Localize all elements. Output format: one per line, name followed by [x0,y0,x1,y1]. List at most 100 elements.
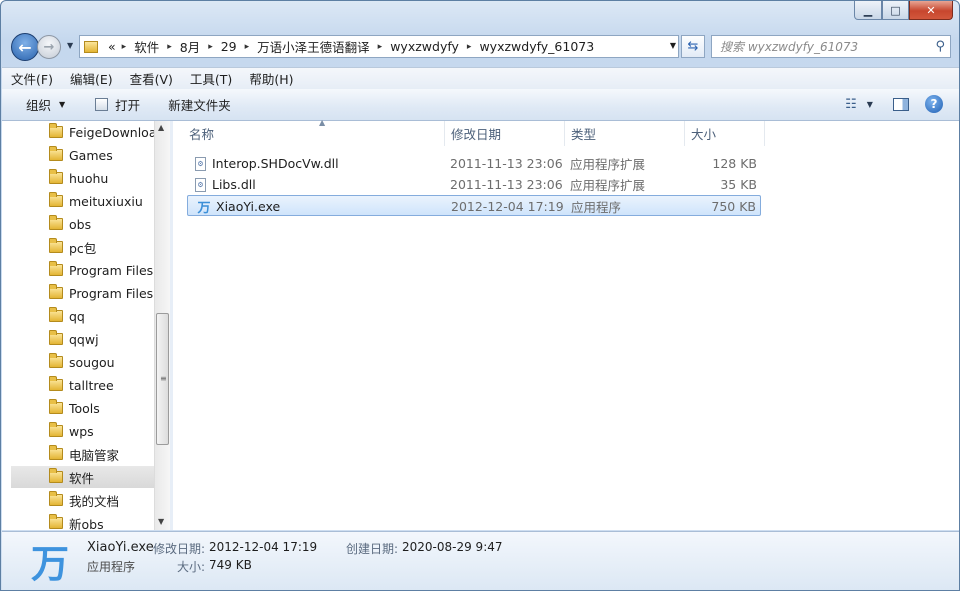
column-header-size[interactable]: 大小 [685,121,765,146]
scroll-up-icon[interactable]: ▲ [158,123,164,132]
nav-tree-label: 我的文档 [69,493,120,509]
nav-tree-item[interactable]: obs [11,213,154,235]
help-icon[interactable]: ? [925,95,943,113]
view-controls: ☷ ▼ ? [845,95,943,113]
breadcrumb-separator-icon[interactable]: ▸ [243,42,252,52]
nav-tree-label: Tools [69,400,100,416]
nav-tree-label: 软件 [69,470,95,486]
caption-buttons: ▁ □ ✕ [854,1,953,21]
menu-item[interactable]: 编辑(E) [61,69,121,88]
folder-icon [49,376,63,391]
file-type: 应用程序扩展 [570,178,646,193]
folder-icon [49,238,63,253]
address-dropdown-icon[interactable]: ▼ [670,41,676,50]
folder-icon [49,491,63,506]
nav-tree-item[interactable]: 软件 [11,466,154,488]
nav-tree-item[interactable]: Program Files [11,259,154,281]
menu-item[interactable]: 查看(V) [121,69,181,88]
organize-button[interactable]: 组织 ▼ [2,95,75,114]
refresh-button[interactable]: ⇆ [681,35,705,58]
breadcrumb-separator-icon[interactable]: ▸ [376,42,385,52]
details-pane: 万 XiaoYi.exe 应用程序 修改日期: 2012-12-04 17:19… [2,531,959,590]
file-row[interactable]: ⚙ Libs.dll 2011-11-13 23:06 应用程序扩展 35 KB [187,174,761,195]
details-created-label: 创建日期: [346,542,399,556]
file-modified: 2011-11-13 23:06 [450,177,563,192]
nav-tree-item[interactable]: sougou [11,351,154,373]
preview-pane-icon[interactable] [891,95,911,113]
nav-tree-label: wps [69,423,94,439]
scroll-down-icon[interactable]: ▼ [158,517,164,526]
nav-tree-item[interactable]: Games [11,144,154,166]
nav-tree-item[interactable]: FeigeDownloa [11,121,154,143]
breadcrumb-item[interactable]: 8月 [174,37,206,56]
refresh-icon: ⇆ [687,39,699,54]
back-button[interactable]: ← [11,33,39,61]
menu-bar: 文件(F) 编辑(E) 查看(V) 工具(T) 帮助(H) [2,67,959,89]
scrollbar-thumb[interactable]: ≡ [156,313,169,445]
menu-item[interactable]: 工具(T) [181,69,240,88]
maximize-button[interactable]: □ [882,1,909,20]
recent-pages-dropdown[interactable]: ▼ [67,41,73,50]
breadcrumb-item[interactable]: 万语小泽王德语翻译 [251,37,376,56]
navigation-scrollbar[interactable]: ▲ ≡ ▼ [154,121,170,530]
nav-tree-label: obs [69,216,92,232]
breadcrumb-item[interactable]: 软件 [128,37,165,56]
open-icon [95,98,109,111]
view-options-icon[interactable]: ☷ ▼ [845,95,873,113]
minimize-button[interactable]: ▁ [854,1,882,20]
breadcrumb-item[interactable]: wyxzwdyfy_61073 [473,39,600,54]
details-size-value: 749 KB [209,558,252,572]
breadcrumb-separator-icon[interactable]: ▸ [206,42,215,52]
nav-tree-item[interactable]: Program Files [11,282,154,304]
close-button[interactable]: ✕ [909,1,953,20]
breadcrumb-separator-icon[interactable]: ▸ [165,42,174,52]
nav-tree-item[interactable]: qqwj [11,328,154,350]
folder-icon [49,468,63,483]
search-icon[interactable]: ⚲ [935,39,945,54]
file-row[interactable]: ⚙ Interop.SHDocVw.dll 2011-11-13 23:06 应用程序… [187,153,761,174]
open-button[interactable]: 打开 [75,95,150,114]
column-header-type[interactable]: 类型 [565,121,685,146]
folder-icon [49,307,63,322]
breadcrumb-separator-icon[interactable]: ▸ [465,42,474,52]
nav-tree-label: sougou [69,354,115,370]
details-file-name: XiaoYi.exe [87,540,154,555]
app-icon: 万 [197,201,211,216]
nav-tree-item[interactable]: 我的文档 [11,489,154,511]
folder-icon [84,40,98,53]
file-size: 35 KB [720,177,757,192]
column-header-modified[interactable]: 修改日期 [445,121,565,146]
address-overflow[interactable]: « [104,39,120,54]
chevron-down-icon: ▼ [59,100,66,109]
file-list: 名称 ▲ 修改日期 类型 大小 ⚙ Interop.SHDocVw.dll 2011… [173,118,959,530]
folder-icon [49,146,63,161]
nav-tree-item[interactable]: qq [11,305,154,327]
nav-tree-item[interactable]: wps [11,420,154,442]
search-box[interactable]: 搜索 wyxzwdyfy_61073 ⚲ [711,35,951,58]
file-size: 128 KB [712,156,757,171]
nav-tree-label: 电脑管家 [69,447,120,463]
menu-item[interactable]: 文件(F) [2,69,61,88]
menu-item[interactable]: 帮助(H) [240,69,301,88]
dll-file-icon: ⚙ [195,177,206,192]
breadcrumb-separator-icon[interactable]: ▸ [120,42,129,52]
forward-button[interactable]: → [37,35,61,59]
close-icon: ✕ [926,3,936,17]
folder-icon [49,123,63,138]
breadcrumb-item[interactable]: 29 [215,39,243,54]
nav-tree-item[interactable]: pc包 [11,236,154,258]
nav-tree-item[interactable]: 新obs [11,512,154,530]
file-row[interactable]: 万 XiaoYi.exe 2012-12-04 17:19 应用程序 750 KB [187,195,761,216]
column-header-name[interactable]: 名称 ▲ [183,118,445,146]
nav-tree-item[interactable]: huohu [11,167,154,189]
breadcrumb-item[interactable]: wyxzwdyfy [384,39,465,54]
nav-tree-item[interactable]: talltree [11,374,154,396]
nav-tree-item[interactable]: 电脑管家 [11,443,154,465]
search-input[interactable]: 搜索 wyxzwdyfy_61073 [720,38,858,55]
nav-tree-item[interactable]: meituxiuxiu [11,190,154,212]
file-size: 750 KB [711,199,756,214]
new-folder-button[interactable]: 新建文件夹 [150,95,241,114]
nav-tree-label: huohu [69,170,109,186]
address-bar[interactable]: « ▸ 软件 ▸ 8月 ▸ 29 ▸ 万语小泽王德语翻译 ▸ wyxzwdyfy ▸ wyxzwdyf… [79,35,679,58]
nav-tree-item[interactable]: Tools [11,397,154,419]
